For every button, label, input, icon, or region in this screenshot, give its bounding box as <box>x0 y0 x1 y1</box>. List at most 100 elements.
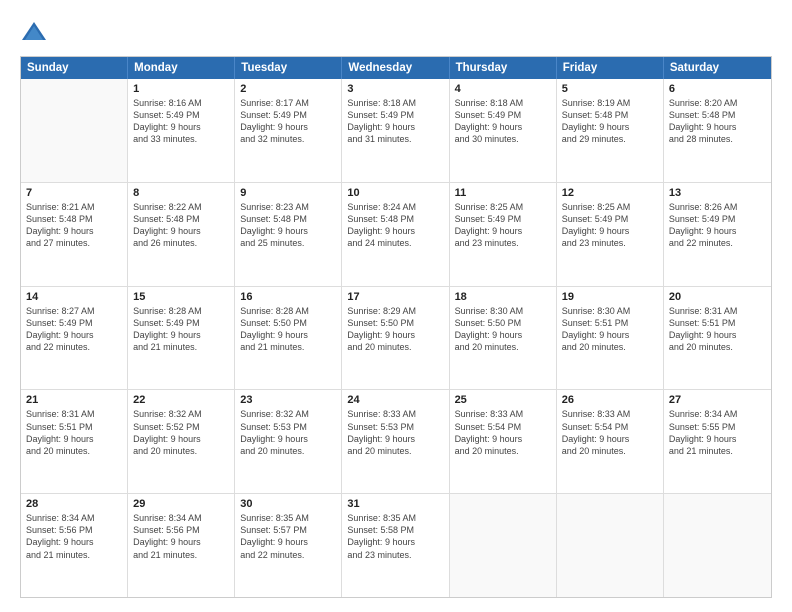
cell-line-1: Sunset: 5:49 PM <box>669 213 766 225</box>
cell-line-2: Daylight: 9 hours <box>26 433 122 445</box>
cell-line-0: Sunrise: 8:34 AM <box>133 512 229 524</box>
cell-line-2: Daylight: 9 hours <box>26 329 122 341</box>
cell-line-3: and 20 minutes. <box>347 445 443 457</box>
cell-line-1: Sunset: 5:50 PM <box>240 317 336 329</box>
cal-week-3: 14Sunrise: 8:27 AMSunset: 5:49 PMDayligh… <box>21 287 771 391</box>
day-number: 6 <box>669 83 766 95</box>
cal-cell-empty-4-6 <box>664 494 771 597</box>
cal-week-1: 1Sunrise: 8:16 AMSunset: 5:49 PMDaylight… <box>21 79 771 183</box>
cell-line-1: Sunset: 5:48 PM <box>347 213 443 225</box>
day-number: 16 <box>240 291 336 303</box>
cell-line-0: Sunrise: 8:26 AM <box>669 201 766 213</box>
cell-line-3: and 20 minutes. <box>455 445 551 457</box>
cal-cell-2: 2Sunrise: 8:17 AMSunset: 5:49 PMDaylight… <box>235 79 342 182</box>
cell-line-1: Sunset: 5:53 PM <box>347 421 443 433</box>
cell-line-2: Daylight: 9 hours <box>562 121 658 133</box>
cell-line-3: and 20 minutes. <box>669 341 766 353</box>
logo-icon <box>20 18 48 46</box>
cell-line-0: Sunrise: 8:20 AM <box>669 97 766 109</box>
cell-line-0: Sunrise: 8:34 AM <box>26 512 122 524</box>
cell-line-0: Sunrise: 8:28 AM <box>240 305 336 317</box>
cal-cell-29: 29Sunrise: 8:34 AMSunset: 5:56 PMDayligh… <box>128 494 235 597</box>
cell-line-3: and 22 minutes. <box>669 237 766 249</box>
day-number: 25 <box>455 394 551 406</box>
cal-cell-20: 20Sunrise: 8:31 AMSunset: 5:51 PMDayligh… <box>664 287 771 390</box>
day-number: 4 <box>455 83 551 95</box>
cell-line-1: Sunset: 5:49 PM <box>347 109 443 121</box>
cell-line-0: Sunrise: 8:30 AM <box>562 305 658 317</box>
cell-line-0: Sunrise: 8:29 AM <box>347 305 443 317</box>
cell-line-0: Sunrise: 8:23 AM <box>240 201 336 213</box>
cell-line-2: Daylight: 9 hours <box>240 433 336 445</box>
cal-cell-empty-0-0 <box>21 79 128 182</box>
cell-line-3: and 31 minutes. <box>347 133 443 145</box>
day-number: 28 <box>26 498 122 510</box>
cell-line-3: and 20 minutes. <box>347 341 443 353</box>
cell-line-1: Sunset: 5:57 PM <box>240 524 336 536</box>
cell-line-3: and 23 minutes. <box>455 237 551 249</box>
calendar-body: 1Sunrise: 8:16 AMSunset: 5:49 PMDaylight… <box>21 79 771 597</box>
cal-cell-28: 28Sunrise: 8:34 AMSunset: 5:56 PMDayligh… <box>21 494 128 597</box>
day-number: 31 <box>347 498 443 510</box>
cell-line-1: Sunset: 5:53 PM <box>240 421 336 433</box>
cell-line-1: Sunset: 5:52 PM <box>133 421 229 433</box>
day-number: 21 <box>26 394 122 406</box>
cell-line-0: Sunrise: 8:33 AM <box>455 408 551 420</box>
cell-line-1: Sunset: 5:50 PM <box>347 317 443 329</box>
cell-line-1: Sunset: 5:49 PM <box>455 109 551 121</box>
cal-cell-empty-4-4 <box>450 494 557 597</box>
day-number: 18 <box>455 291 551 303</box>
cal-cell-23: 23Sunrise: 8:32 AMSunset: 5:53 PMDayligh… <box>235 390 342 493</box>
cell-line-3: and 23 minutes. <box>347 549 443 561</box>
cell-line-3: and 20 minutes. <box>133 445 229 457</box>
cal-week-2: 7Sunrise: 8:21 AMSunset: 5:48 PMDaylight… <box>21 183 771 287</box>
cell-line-3: and 22 minutes. <box>240 549 336 561</box>
cell-line-2: Daylight: 9 hours <box>562 225 658 237</box>
cell-line-2: Daylight: 9 hours <box>133 121 229 133</box>
cell-line-0: Sunrise: 8:35 AM <box>240 512 336 524</box>
cal-header-friday: Friday <box>557 57 664 79</box>
cell-line-3: and 24 minutes. <box>347 237 443 249</box>
cell-line-2: Daylight: 9 hours <box>240 225 336 237</box>
day-number: 30 <box>240 498 336 510</box>
cell-line-2: Daylight: 9 hours <box>455 329 551 341</box>
day-number: 9 <box>240 187 336 199</box>
cell-line-0: Sunrise: 8:25 AM <box>455 201 551 213</box>
cell-line-0: Sunrise: 8:17 AM <box>240 97 336 109</box>
cal-cell-14: 14Sunrise: 8:27 AMSunset: 5:49 PMDayligh… <box>21 287 128 390</box>
logo <box>20 18 52 46</box>
day-number: 12 <box>562 187 658 199</box>
cell-line-3: and 29 minutes. <box>562 133 658 145</box>
cell-line-0: Sunrise: 8:18 AM <box>347 97 443 109</box>
cell-line-1: Sunset: 5:54 PM <box>455 421 551 433</box>
header <box>20 18 772 46</box>
cell-line-2: Daylight: 9 hours <box>133 536 229 548</box>
cell-line-0: Sunrise: 8:24 AM <box>347 201 443 213</box>
day-number: 13 <box>669 187 766 199</box>
cell-line-3: and 27 minutes. <box>26 237 122 249</box>
cal-header-thursday: Thursday <box>450 57 557 79</box>
cell-line-1: Sunset: 5:51 PM <box>669 317 766 329</box>
cell-line-3: and 30 minutes. <box>455 133 551 145</box>
cal-cell-10: 10Sunrise: 8:24 AMSunset: 5:48 PMDayligh… <box>342 183 449 286</box>
cell-line-2: Daylight: 9 hours <box>347 121 443 133</box>
cell-line-3: and 20 minutes. <box>562 445 658 457</box>
day-number: 26 <box>562 394 658 406</box>
cell-line-0: Sunrise: 8:35 AM <box>347 512 443 524</box>
cell-line-0: Sunrise: 8:27 AM <box>26 305 122 317</box>
cell-line-3: and 28 minutes. <box>669 133 766 145</box>
cell-line-1: Sunset: 5:56 PM <box>133 524 229 536</box>
cell-line-0: Sunrise: 8:21 AM <box>26 201 122 213</box>
page: SundayMondayTuesdayWednesdayThursdayFrid… <box>0 0 792 612</box>
day-number: 24 <box>347 394 443 406</box>
cell-line-2: Daylight: 9 hours <box>26 536 122 548</box>
cal-week-4: 21Sunrise: 8:31 AMSunset: 5:51 PMDayligh… <box>21 390 771 494</box>
cal-cell-26: 26Sunrise: 8:33 AMSunset: 5:54 PMDayligh… <box>557 390 664 493</box>
cell-line-3: and 32 minutes. <box>240 133 336 145</box>
cell-line-3: and 21 minutes. <box>669 445 766 457</box>
cell-line-1: Sunset: 5:51 PM <box>562 317 658 329</box>
cell-line-2: Daylight: 9 hours <box>26 225 122 237</box>
day-number: 3 <box>347 83 443 95</box>
cal-cell-27: 27Sunrise: 8:34 AMSunset: 5:55 PMDayligh… <box>664 390 771 493</box>
cell-line-0: Sunrise: 8:34 AM <box>669 408 766 420</box>
